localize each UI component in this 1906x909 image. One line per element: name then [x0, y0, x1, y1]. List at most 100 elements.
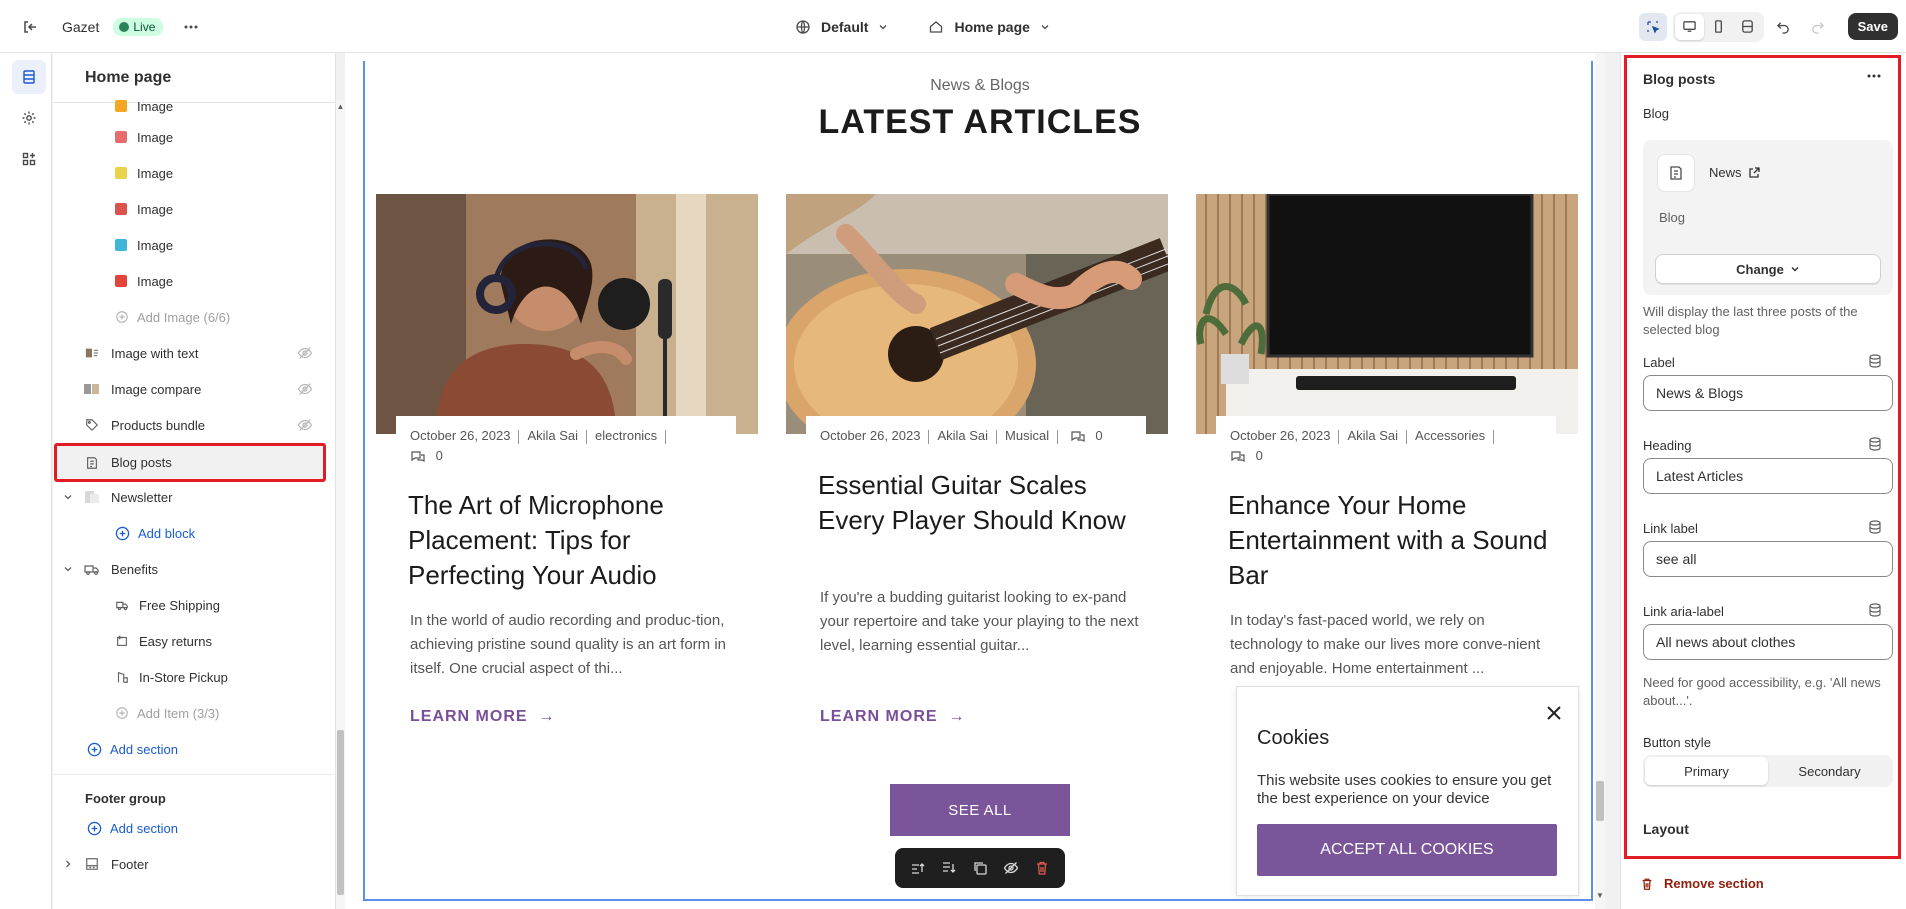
- database-icon[interactable]: [1868, 354, 1882, 368]
- undo-icon[interactable]: [1770, 13, 1798, 41]
- blog-card[interactable]: October 26, 2023 Akila Sai Accessories 0 E…: [1196, 194, 1578, 677]
- database-icon[interactable]: [1868, 520, 1882, 534]
- scroll-down-icon[interactable]: ▼: [1595, 891, 1605, 900]
- sidebar-scrollbar[interactable]: [336, 100, 345, 909]
- aria-label-input[interactable]: All news about clothes: [1643, 624, 1893, 660]
- apps-icon[interactable]: [12, 142, 46, 176]
- list-item[interactable]: Free Shipping: [53, 589, 323, 621]
- post-author[interactable]: Akila Sai: [1347, 428, 1398, 443]
- blog-card-excerpt: In the world of audio recording and prod…: [410, 612, 726, 677]
- database-icon[interactable]: [1868, 603, 1882, 617]
- move-up-icon[interactable]: [909, 859, 927, 877]
- list-item[interactable]: Easy returns: [53, 625, 323, 657]
- sidebar-item-footer[interactable]: Footer: [53, 848, 323, 880]
- list-item-label: Image: [137, 201, 174, 217]
- sidebar-item-blog-posts[interactable]: Blog posts: [54, 443, 326, 482]
- layout-heading: Layout: [1643, 821, 1689, 837]
- sidebar-item-newsletter[interactable]: Newsletter: [53, 481, 323, 513]
- blog-card-image[interactable]: [786, 194, 1168, 434]
- blog-card[interactable]: October 26, 2023 Akila Sai electronics 0 T…: [376, 194, 758, 725]
- blog-posts-section-preview[interactable]: News & Blogs LATEST ARTICLES October 26,…: [363, 61, 1593, 901]
- label-input[interactable]: News & Blogs: [1643, 375, 1893, 411]
- post-author[interactable]: Akila Sai: [527, 428, 578, 443]
- eye-off-icon[interactable]: [297, 417, 313, 433]
- image-compare-icon: [83, 380, 101, 398]
- blog-card-image[interactable]: [1196, 194, 1578, 434]
- save-button[interactable]: Save: [1847, 13, 1898, 40]
- delete-icon[interactable]: [1033, 859, 1051, 877]
- add-block-button[interactable]: Add block: [53, 517, 323, 549]
- post-tag[interactable]: electronics: [595, 428, 657, 443]
- learn-more-link[interactable]: LEARN MORE →: [410, 708, 555, 726]
- database-icon[interactable]: [1868, 437, 1882, 451]
- blog-card-title[interactable]: The Art of Microphone Placement: Tips fo…: [408, 488, 738, 593]
- scrollbar-thumb[interactable]: [337, 730, 344, 895]
- blog-card-title[interactable]: Essential Guitar Scales Every Player Sho…: [818, 468, 1148, 538]
- remove-section-button[interactable]: Remove section: [1640, 876, 1764, 891]
- post-tag[interactable]: Musical: [1005, 428, 1049, 443]
- duplicate-icon[interactable]: [971, 859, 989, 877]
- list-item[interactable]: Image: [53, 93, 323, 119]
- see-all-button[interactable]: SEE ALL: [890, 784, 1070, 836]
- add-section-button[interactable]: Add section: [53, 733, 323, 765]
- close-icon[interactable]: [1544, 703, 1564, 723]
- sidebar-item-label: Blog posts: [111, 455, 172, 470]
- preview-scrollbar[interactable]: [1595, 53, 1605, 909]
- scroll-up-icon[interactable]: ▲: [336, 102, 345, 111]
- top-bar-left: Gazet Live: [16, 0, 205, 53]
- blog-card-title[interactable]: Enhance Your Home Entertainment with a S…: [1228, 488, 1558, 593]
- accept-cookies-button[interactable]: ACCEPT ALL COOKIES: [1257, 824, 1557, 876]
- fullscreen-icon[interactable]: [1733, 14, 1762, 40]
- theme-selector[interactable]: Default: [795, 19, 888, 35]
- list-item[interactable]: Image: [53, 193, 323, 225]
- list-item[interactable]: Image: [53, 121, 323, 153]
- eye-off-icon[interactable]: [1002, 859, 1020, 877]
- mobile-icon[interactable]: [1704, 14, 1733, 40]
- scrollbar-thumb[interactable]: [1596, 781, 1604, 821]
- add-item-button[interactable]: Add Item (3/3): [53, 697, 323, 729]
- sidebar-item-benefits[interactable]: Benefits: [53, 553, 323, 585]
- eye-off-icon[interactable]: [297, 345, 313, 361]
- secondary-option[interactable]: Secondary: [1768, 757, 1891, 785]
- blog-card-image[interactable]: [376, 194, 758, 434]
- eye-off-icon[interactable]: [297, 381, 313, 397]
- sidebar-item-image-with-text[interactable]: Image with text: [53, 337, 323, 369]
- list-item[interactable]: Image: [53, 157, 323, 189]
- learn-more-link[interactable]: LEARN MORE →: [820, 708, 965, 726]
- change-blog-button[interactable]: Change: [1655, 254, 1881, 284]
- chevron-right-icon[interactable]: [63, 859, 73, 869]
- blog-icon: [1657, 154, 1695, 192]
- list-item[interactable]: Image: [53, 229, 323, 261]
- heading-input[interactable]: Latest Articles: [1643, 458, 1893, 494]
- list-item-label: Image: [137, 273, 174, 289]
- image-thumb-icon: [115, 275, 127, 287]
- top-bar-right: Save: [1638, 0, 1898, 53]
- move-down-icon[interactable]: [940, 859, 958, 877]
- link-label-input[interactable]: see all: [1643, 541, 1893, 577]
- post-author[interactable]: Akila Sai: [937, 428, 988, 443]
- list-item-label: Image: [137, 165, 174, 181]
- chevron-down-icon[interactable]: [63, 492, 73, 502]
- add-section-footer-button[interactable]: Add section: [53, 812, 323, 844]
- blog-card[interactable]: October 26, 2023 Akila Sai Musical 0 Essen…: [786, 194, 1168, 725]
- post-tag[interactable]: Accessories: [1415, 428, 1485, 443]
- sections-icon[interactable]: [12, 60, 46, 94]
- chevron-down-icon[interactable]: [63, 564, 73, 574]
- list-item[interactable]: Image: [53, 265, 323, 297]
- blog-name-link[interactable]: News: [1709, 165, 1760, 180]
- add-image-button[interactable]: Add Image (6/6): [53, 301, 323, 333]
- page-selector[interactable]: Home page: [928, 19, 1049, 35]
- desktop-icon[interactable]: [1674, 13, 1704, 40]
- learn-more-label: LEARN MORE: [820, 708, 938, 725]
- redo-icon[interactable]: [1804, 13, 1832, 41]
- primary-option[interactable]: Primary: [1645, 757, 1768, 785]
- settings-gear-icon[interactable]: [12, 101, 46, 135]
- list-item[interactable]: In-Store Pickup: [53, 661, 323, 693]
- more-options-icon[interactable]: [1866, 68, 1882, 89]
- inspector-icon[interactable]: [1638, 12, 1667, 41]
- sidebar-item-products-bundle[interactable]: Products bundle: [53, 409, 323, 441]
- sidebar-item-image-compare[interactable]: Image compare: [53, 373, 323, 405]
- preview-area: News & Blogs LATEST ARTICLES October 26,…: [345, 53, 1605, 909]
- more-options-icon[interactable]: [177, 13, 205, 41]
- exit-icon[interactable]: [16, 13, 44, 41]
